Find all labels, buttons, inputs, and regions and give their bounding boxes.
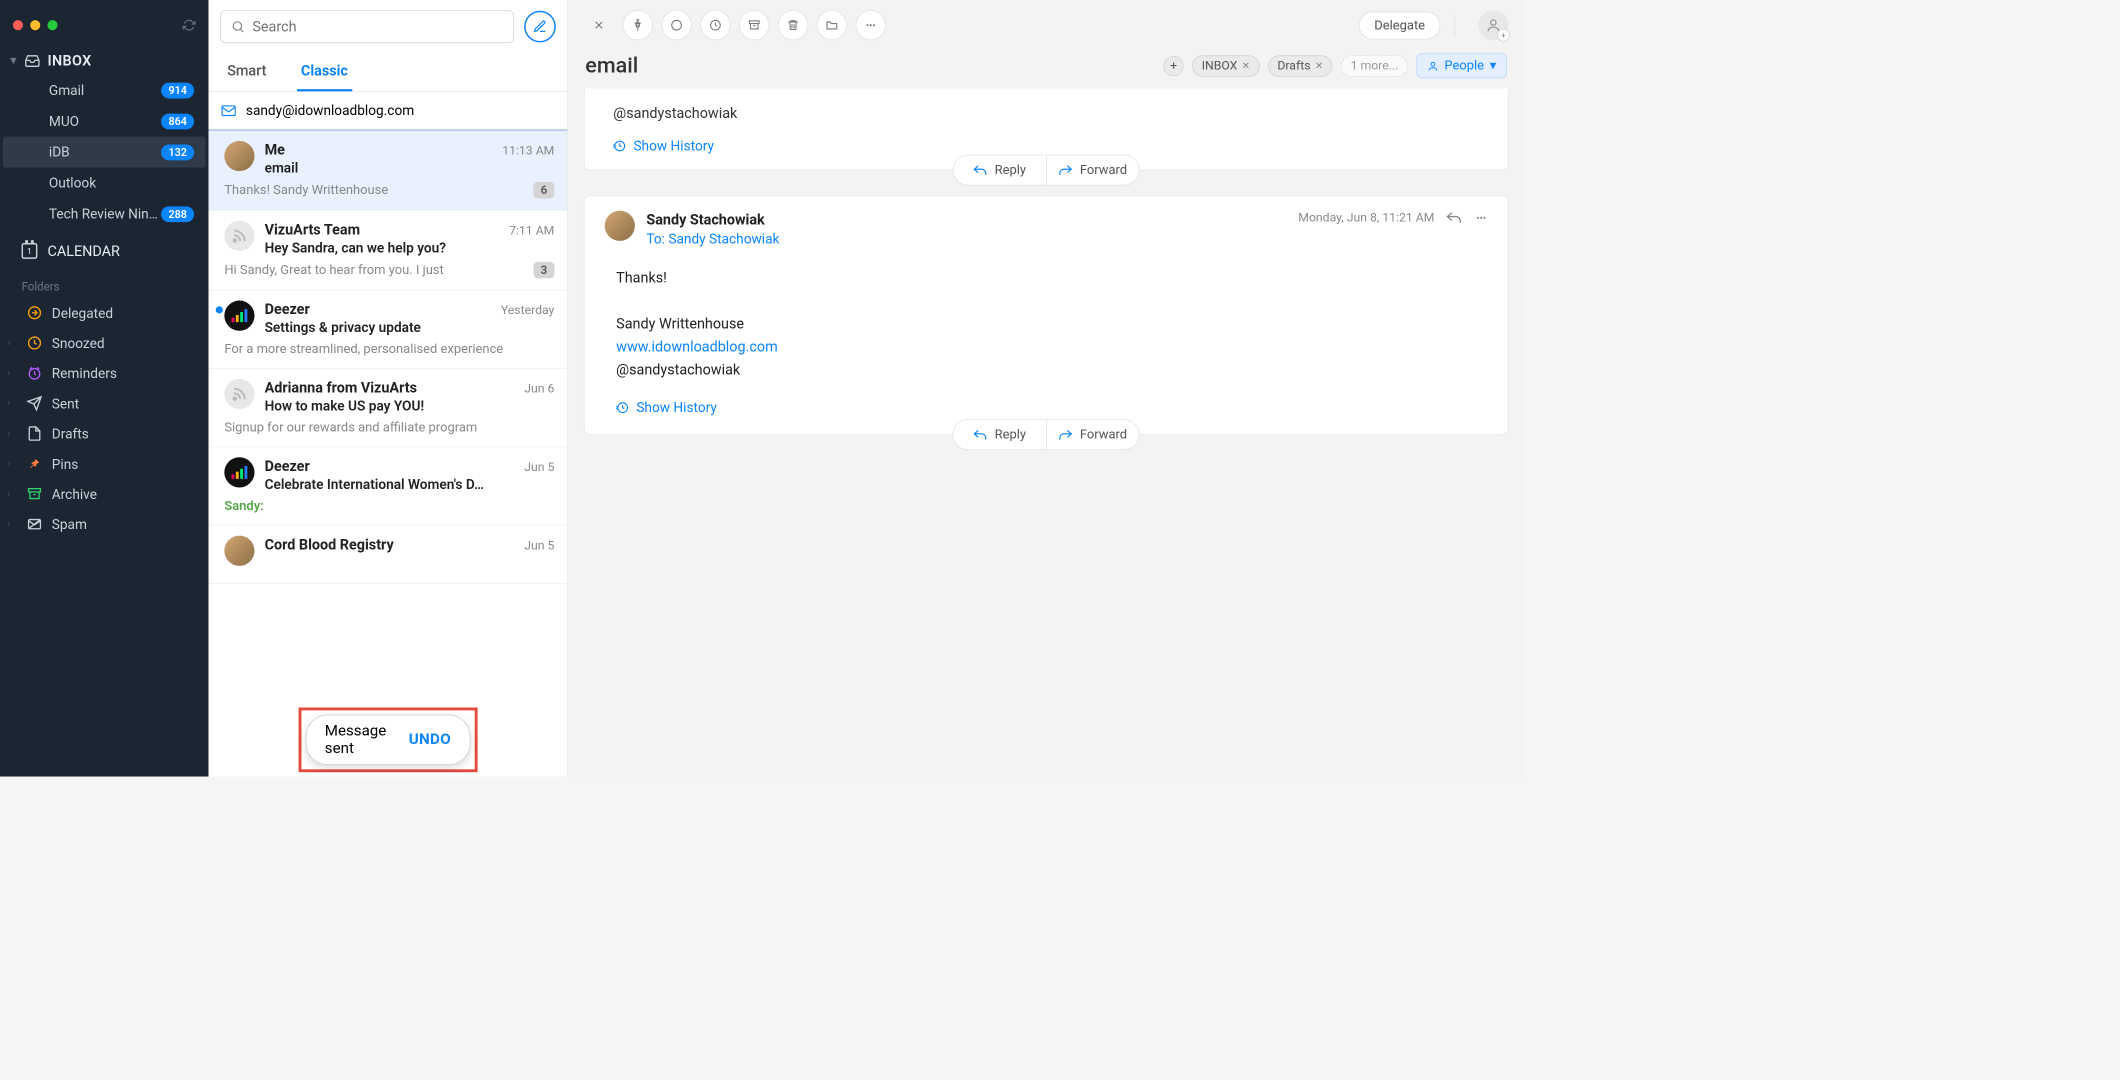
close-window[interactable] xyxy=(13,20,23,30)
reading-pane: Delegate email + INBOX✕ Drafts✕ 1 more..… xyxy=(568,0,1524,777)
people-dropdown[interactable]: People ▾ xyxy=(1416,53,1507,78)
folder-reminders[interactable]: ›Reminders xyxy=(0,358,209,388)
more-icon[interactable] xyxy=(856,10,886,40)
chevron-down-icon: ▾ xyxy=(10,53,17,68)
reply-icon[interactable] xyxy=(1446,211,1462,224)
inbox-label: INBOX xyxy=(47,52,91,69)
thread-header: email + INBOX✕ Drafts✕ 1 more... People … xyxy=(568,50,1524,88)
refresh-icon[interactable] xyxy=(183,19,196,32)
message-item[interactable]: Cord Blood RegistryJun 5 xyxy=(209,526,568,584)
reply-button[interactable]: Reply xyxy=(953,420,1046,449)
add-person-button[interactable] xyxy=(1478,10,1508,40)
reply-forward-bar: Reply Forward xyxy=(953,155,1140,186)
folder-sent[interactable]: ›Sent xyxy=(0,388,209,418)
tag-inbox[interactable]: INBOX✕ xyxy=(1192,55,1259,77)
tab-classic[interactable]: Classic xyxy=(297,55,353,92)
folder-spam[interactable]: ›Spam xyxy=(0,509,209,539)
view-tabs: Smart Classic xyxy=(209,50,568,92)
folder-drafts[interactable]: ›Drafts xyxy=(0,418,209,448)
more-tags[interactable]: 1 more... xyxy=(1341,55,1407,77)
search-icon xyxy=(231,19,245,33)
divider xyxy=(1455,14,1456,36)
search-input[interactable] xyxy=(252,18,503,35)
message-sent-toast: Message sent UNDO xyxy=(305,715,470,765)
reply-forward-bar: Reply Forward xyxy=(953,419,1140,450)
thread-title: email xyxy=(585,53,1155,78)
compose-button[interactable] xyxy=(524,11,556,43)
chevron-down-icon: ▾ xyxy=(1490,58,1497,73)
sidebar: ▾ INBOX Gmail914MUO864iDB132OutlookTech … xyxy=(0,0,209,777)
minimize-window[interactable] xyxy=(30,20,40,30)
account-email: sandy@idownloadblog.com xyxy=(246,102,414,119)
show-history-button[interactable]: Show History xyxy=(613,137,1479,154)
inbox-icon xyxy=(24,52,40,68)
calendar-section[interactable]: 1 CALENDAR xyxy=(0,229,209,272)
trash-icon[interactable] xyxy=(778,10,808,40)
message-body: Thanks! Sandy Writtenhouse www.idownload… xyxy=(585,250,1508,434)
sidebar-account-muo[interactable]: MUO864 xyxy=(3,106,206,137)
message-item[interactable]: DeezerYesterdaySettings & privacy update… xyxy=(209,290,568,368)
message-list-column: Smart Classic sandy@idownloadblog.com Me… xyxy=(209,0,569,777)
maximize-window[interactable] xyxy=(47,20,57,30)
add-tag-button[interactable]: + xyxy=(1164,56,1184,76)
sidebar-account-outlook[interactable]: Outlook xyxy=(3,168,206,199)
avatar xyxy=(605,211,635,241)
toast-highlight: Message sent UNDO xyxy=(298,707,477,772)
remove-tag-icon[interactable]: ✕ xyxy=(1315,60,1323,72)
show-history-button[interactable]: Show History xyxy=(616,397,1476,419)
folder-pins[interactable]: ›Pins xyxy=(0,449,209,479)
pin-icon[interactable] xyxy=(623,10,653,40)
folder-archive[interactable]: ›Archive xyxy=(0,479,209,509)
tab-smart[interactable]: Smart xyxy=(223,55,271,92)
signature-handle: @sandystachowiak xyxy=(613,104,1479,121)
more-icon[interactable] xyxy=(1475,211,1488,224)
calendar-label: CALENDAR xyxy=(47,242,119,259)
toast-text: Message sent xyxy=(325,723,387,758)
envelope-icon xyxy=(221,105,235,117)
sidebar-account-idb[interactable]: iDB132 xyxy=(3,137,206,168)
inbox-section[interactable]: ▾ INBOX xyxy=(0,46,209,75)
snooze-icon[interactable] xyxy=(700,10,730,40)
message-card: Sandy Stachowiak To: Sandy Stachowiak Mo… xyxy=(584,196,1509,436)
calendar-icon: 1 xyxy=(22,243,38,259)
message-item[interactable]: Adrianna from VizuArtsJun 6How to make U… xyxy=(209,369,568,447)
message-to[interactable]: To: Sandy Stachowiak xyxy=(646,231,779,248)
sidebar-account-gmail[interactable]: Gmail914 xyxy=(3,75,206,106)
signature-link[interactable]: www.idownloadblog.com xyxy=(616,338,778,355)
move-folder-icon[interactable] xyxy=(817,10,847,40)
folders-heading: Folders xyxy=(0,273,209,298)
message-item[interactable]: Me11:13 AMemailThanks! Sandy Writtenhous… xyxy=(209,129,568,210)
folder-snoozed[interactable]: ›Snoozed xyxy=(0,328,209,358)
folder-delegated[interactable]: Delegated xyxy=(0,298,209,328)
remove-tag-icon[interactable]: ✕ xyxy=(1242,60,1250,72)
tag-drafts[interactable]: Drafts✕ xyxy=(1268,55,1333,77)
message-sender: Sandy Stachowiak xyxy=(646,211,779,228)
account-bar[interactable]: sandy@idownloadblog.com xyxy=(209,92,568,129)
archive-icon[interactable] xyxy=(739,10,769,40)
message-item[interactable]: VizuArts Team7:11 AMHey Sandra, can we h… xyxy=(209,211,568,291)
delegate-button[interactable]: Delegate xyxy=(1359,11,1440,39)
forward-button[interactable]: Forward xyxy=(1047,420,1139,449)
mark-unread-icon[interactable] xyxy=(661,10,691,40)
message-item[interactable]: DeezerJun 5Celebrate International Women… xyxy=(209,447,568,525)
sidebar-account-tech review nin…[interactable]: Tech Review Nin…288 xyxy=(3,198,206,229)
message-date: Monday, Jun 8, 11:21 AM xyxy=(1298,211,1434,225)
reply-button[interactable]: Reply xyxy=(953,155,1046,184)
window-controls xyxy=(0,12,209,47)
forward-button[interactable]: Forward xyxy=(1047,155,1139,184)
undo-button[interactable]: UNDO xyxy=(409,731,451,748)
reading-toolbar: Delegate xyxy=(568,0,1524,50)
search-box[interactable] xyxy=(220,10,514,43)
close-icon[interactable] xyxy=(584,10,614,40)
